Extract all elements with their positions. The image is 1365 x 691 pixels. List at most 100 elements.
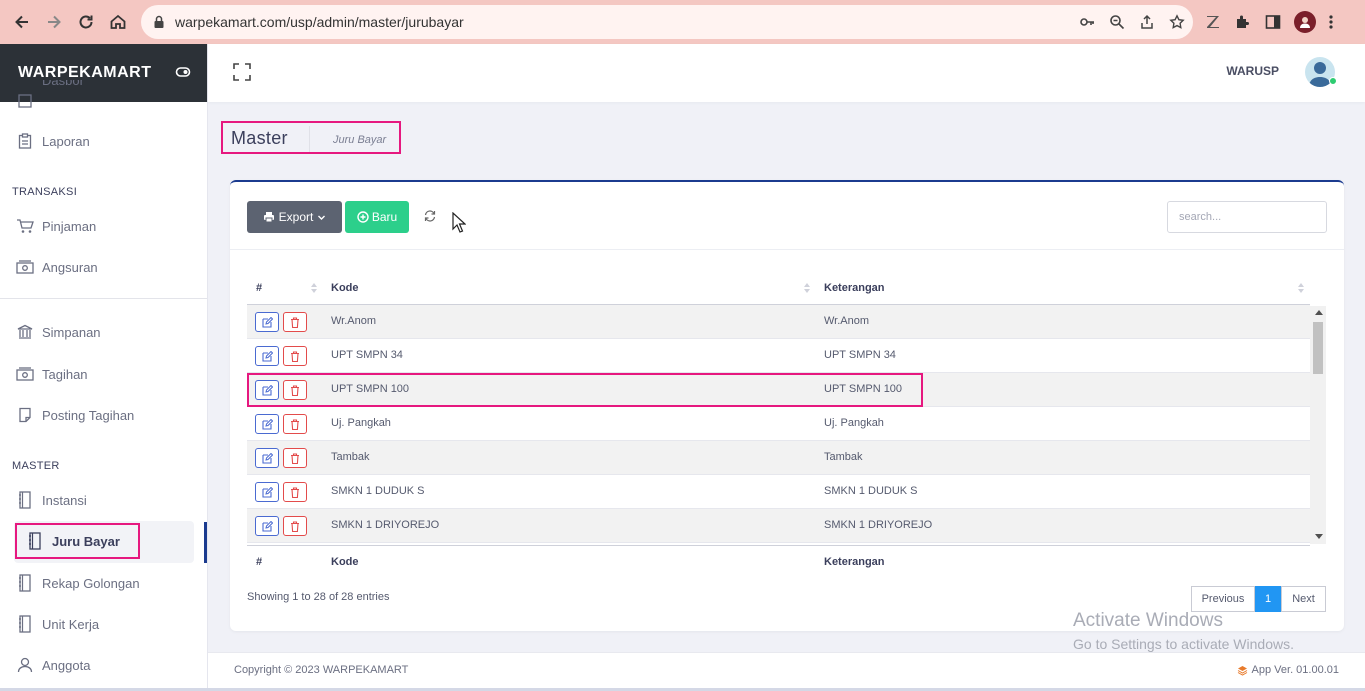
sidepanel-icon[interactable] [1264,13,1282,31]
sidebar-divider [0,298,207,299]
sidebar-item-label: Angsuran [42,259,98,275]
sidebar-item-posting-tagihan[interactable]: Posting Tagihan [0,395,207,435]
mouse-pointer-icon [452,212,466,233]
sidebar-item-label: Rekap Golongan [42,575,140,591]
column-header-number[interactable]: # [256,282,262,294]
sidebar-item-label: Instansi [42,492,87,508]
table-row: SMKN 1 DUDUK S SMKN 1 DUDUK S [247,475,1310,509]
delete-button[interactable] [283,448,307,468]
new-button[interactable]: Baru [345,201,409,233]
sidebar-item-tagihan[interactable]: Tagihan [0,354,207,394]
chevron-down-icon [318,215,326,220]
sidebar-item-instansi[interactable]: Instansi [0,480,207,520]
edit-icon [261,316,273,328]
money-icon [16,365,34,383]
delete-button[interactable] [283,414,307,434]
sidebar-item-label: Simpanan [42,324,101,340]
cell-kode: Wr.Anom [331,315,377,327]
reload-icon [79,15,93,29]
refresh-icon[interactable] [423,209,437,223]
copyright-text: Copyright © 2023 WARPEKAMART [234,664,409,676]
previous-page-button[interactable]: Previous [1191,586,1255,612]
lock-icon [154,15,164,28]
next-page-button[interactable]: Next [1281,586,1326,612]
table-row: Wr.Anom Wr.Anom [247,305,1310,339]
page-1-button[interactable]: 1 [1255,586,1281,612]
user-icon [16,656,34,674]
sort-icon[interactable] [803,282,811,294]
footer-header-kode: Kode [331,556,359,568]
home-button[interactable] [102,6,134,38]
money-icon [16,258,34,276]
arrow-right-icon [48,15,61,29]
cell-keterangan: Wr.Anom [824,315,870,327]
column-header-kode[interactable]: Kode [331,282,359,294]
address-bar[interactable]: warpekamart.com/usp/admin/master/jurubay… [141,5,1193,39]
app-version: App Ver. 01.00.01 [1237,664,1339,676]
sort-icon[interactable] [310,282,318,294]
search-input[interactable] [1167,201,1327,233]
column-header-keterangan[interactable]: Keterangan [824,282,885,294]
edit-button[interactable] [255,516,279,536]
edit-button[interactable] [255,312,279,332]
delete-button[interactable] [283,312,307,332]
sort-icon[interactable] [1297,282,1305,294]
edit-button[interactable] [255,448,279,468]
clipboard-icon [16,132,34,150]
table-footer-border [247,545,1310,546]
highlight-frame [221,121,401,154]
kebab-menu-icon[interactable] [1328,13,1334,31]
edit-button[interactable] [255,482,279,502]
share-icon[interactable] [1139,14,1155,30]
sidebar-item-unit-kerja[interactable]: Unit Kerja [0,604,207,644]
section-label-transaksi: TRANSAKSI [12,186,78,198]
sidebar-item-rekap-golongan[interactable]: Rekap Golongan [0,563,207,603]
sidebar-item-simpanan[interactable]: Simpanan [0,312,207,352]
sidebar-item-dasbor[interactable]: Dasbor [0,80,207,110]
zotero-extension-icon[interactable] [1204,13,1222,31]
sidebar: WARPEKAMART Dasbor Laporan TRANSAKSI Pin… [0,44,208,691]
sidebar-item-label: Tagihan [42,366,88,382]
zoom-icon[interactable] [1109,14,1125,30]
toggle-icon[interactable] [175,64,191,80]
note-icon [16,406,34,424]
fullscreen-icon[interactable] [233,63,251,81]
delete-button[interactable] [283,482,307,502]
scrollbar-thumb[interactable] [1313,322,1323,374]
plus-circle-icon [357,211,369,223]
cell-keterangan: SMKN 1 DUDUK S [824,485,918,497]
edit-button[interactable] [255,414,279,434]
scroll-down-arrow[interactable] [1315,534,1323,539]
user-name[interactable]: WARUSP [1226,64,1279,78]
forward-button[interactable] [38,6,70,38]
edit-icon [261,452,273,464]
sidebar-item-laporan[interactable]: Laporan [0,121,207,161]
cell-keterangan: SMKN 1 DRIYOREJO [824,519,933,531]
delete-button[interactable] [283,346,307,366]
sidebar-item-anggota[interactable]: Anggota [0,645,207,685]
star-icon[interactable] [1169,14,1185,30]
sidebar-item-label: Anggota [42,657,91,673]
new-label: Baru [371,210,398,224]
sidebar-item-angsuran[interactable]: Angsuran [0,247,207,287]
profile-avatar[interactable] [1294,11,1316,33]
sidebar-item-label: Dasbor [42,80,84,88]
footer-header-keterangan: Keterangan [824,556,885,568]
book-icon [16,574,34,592]
puzzle-icon[interactable] [1234,13,1252,31]
dashboard-icon [16,92,34,110]
arrow-left-icon [15,15,28,29]
reload-button[interactable] [70,6,102,38]
data-card: Export Baru # Kode Keterangan Wr.Anom Wr… [230,180,1344,631]
back-button[interactable] [6,6,38,38]
sidebar-item-pinjaman[interactable]: Pinjaman [0,206,207,246]
edit-icon [261,350,273,362]
cell-kode: Tambak [331,451,370,463]
export-button[interactable]: Export [247,201,342,233]
sidebar-item-label: Unit Kerja [42,616,100,632]
sidebar-item-label: Laporan [42,133,90,149]
edit-button[interactable] [255,346,279,366]
key-icon[interactable] [1079,14,1095,30]
scroll-up-arrow[interactable] [1315,310,1323,315]
delete-button[interactable] [283,516,307,536]
